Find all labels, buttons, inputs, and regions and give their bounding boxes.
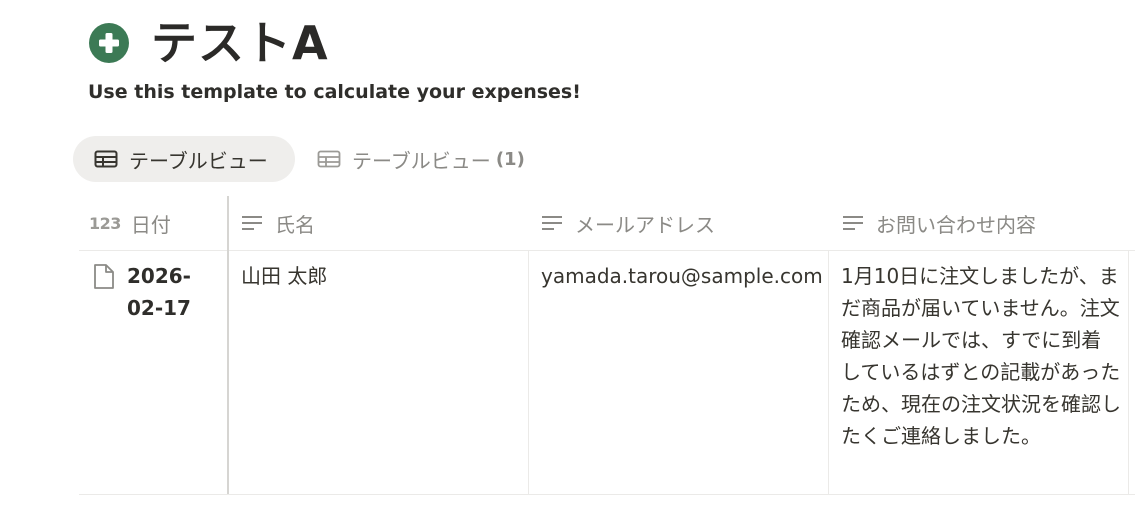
document-icon[interactable] bbox=[93, 263, 115, 290]
number-type-icon: 123 bbox=[89, 213, 121, 233]
tab-count: (1) bbox=[495, 148, 525, 170]
text-lines-icon bbox=[843, 216, 863, 230]
column-header-label: メールアドレス bbox=[575, 212, 715, 237]
tab-table-view[interactable]: テーブルビュー bbox=[73, 136, 295, 182]
email-cell[interactable]: yamada.tarou@sample.com bbox=[541, 260, 823, 292]
table-icon bbox=[94, 150, 118, 168]
text-lines-icon bbox=[542, 216, 562, 230]
column-header-label: 日付 bbox=[130, 212, 171, 237]
column-divider[interactable] bbox=[828, 250, 829, 494]
column-header-email[interactable]: メールアドレス bbox=[541, 196, 715, 250]
tab-label: テーブルビュー bbox=[352, 148, 491, 173]
column-divider[interactable] bbox=[227, 196, 229, 494]
column-divider[interactable] bbox=[528, 250, 529, 494]
page-description[interactable]: Use this template to calculate your expe… bbox=[88, 81, 581, 103]
page-title[interactable]: テストA bbox=[151, 13, 329, 73]
column-divider[interactable] bbox=[1128, 250, 1129, 494]
column-header-name[interactable]: 氏名 bbox=[241, 196, 315, 250]
column-header-label: 氏名 bbox=[275, 212, 315, 237]
column-header-date[interactable]: 123 日付 bbox=[89, 196, 171, 250]
plus-circle-icon bbox=[89, 23, 129, 63]
database-table: 123 日付 氏名 メールアドレス お問い合わせ内容 2026-02-17 山田… bbox=[79, 196, 1135, 495]
name-cell[interactable]: 山田 太郎 bbox=[241, 260, 327, 292]
inquiry-cell[interactable]: 1月10日に注文しましたが、まだ商品が届いていません。注文確認メールでは、すでに… bbox=[841, 260, 1121, 452]
text-lines-icon bbox=[242, 216, 262, 230]
tab-table-view-1[interactable]: テーブルビュー (1) bbox=[298, 136, 548, 182]
column-header-inquiry[interactable]: お問い合わせ内容 bbox=[842, 196, 1036, 250]
column-header-label: お問い合わせ内容 bbox=[876, 212, 1036, 237]
table-icon bbox=[317, 150, 341, 168]
tab-label: テーブルビュー bbox=[129, 148, 268, 173]
date-cell[interactable]: 2026-02-17 bbox=[127, 260, 227, 324]
table-bottom-border bbox=[79, 494, 1135, 495]
header-divider bbox=[79, 250, 1135, 251]
